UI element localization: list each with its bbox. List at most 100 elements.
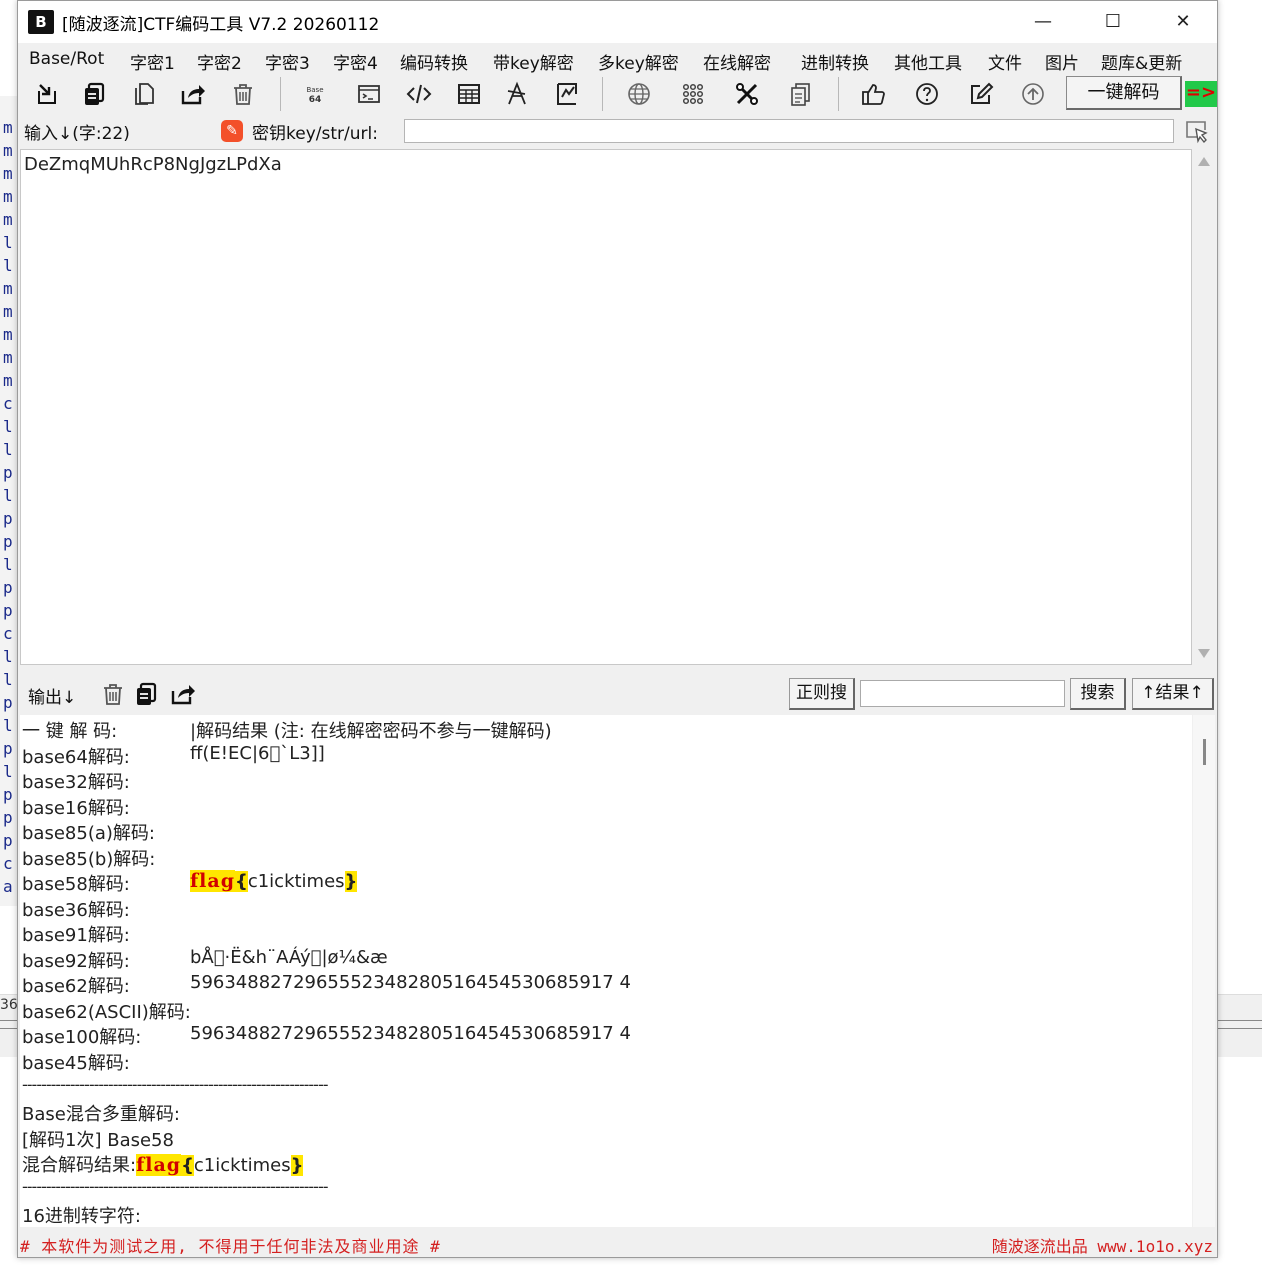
- key-icon: ✎: [221, 120, 243, 142]
- mixed-decode-title: Base混合多重解码:: [22, 1104, 180, 1125]
- menu-radix[interactable]: 进制转换: [801, 49, 869, 74]
- menu-key-decrypt[interactable]: 带key解密: [493, 49, 574, 74]
- table-icon[interactable]: [454, 79, 484, 109]
- copy-icon[interactable]: [80, 79, 110, 109]
- flag-close-brace: }: [290, 1155, 304, 1176]
- svg-text:Base: Base: [306, 86, 323, 94]
- status-bar: # 本软件为测试之用, 不得用于任何非法及商业用途 # 随波逐流出品 www.1…: [18, 1229, 1217, 1257]
- sign-icon[interactable]: [552, 79, 582, 109]
- key-label: 密钥key/str/url:: [252, 124, 378, 144]
- output-row-label: 一 键 解 码:: [22, 721, 118, 742]
- flag-inner: c1icktimes: [193, 1155, 291, 1176]
- paste-icon[interactable]: [130, 79, 160, 109]
- menu-update[interactable]: 题库&更新: [1101, 49, 1182, 74]
- flag-open-brace: {: [181, 1155, 194, 1176]
- svg-text:64: 64: [309, 95, 322, 105]
- menu-base-rot[interactable]: Base/Rot: [29, 49, 104, 69]
- background-text-line: p: [3, 785, 13, 804]
- background-text-line: p: [3, 831, 13, 850]
- font-icon[interactable]: [502, 79, 532, 109]
- background-text-line: p: [3, 739, 13, 758]
- output-copy-icon[interactable]: [134, 681, 160, 707]
- share-icon[interactable]: [178, 79, 208, 109]
- minimize-button[interactable]: —: [1008, 1, 1078, 43]
- menu-online[interactable]: 在线解密: [703, 49, 771, 74]
- output-row-label: base92解码:: [22, 951, 130, 972]
- output-scrollbar[interactable]: [1193, 715, 1215, 1227]
- background-text-line: l: [3, 233, 13, 252]
- output-row-value: 5963488272965552348280516454530685917 4: [190, 972, 631, 993]
- document-icon[interactable]: [786, 79, 816, 109]
- mixed-decode-step: [解码1次] Base58: [22, 1130, 174, 1151]
- background-text-line: l: [3, 762, 13, 781]
- output-row-label: base32解码:: [22, 772, 130, 793]
- background-text-line: m: [3, 325, 13, 344]
- menu-encoding[interactable]: 编码转换: [400, 49, 468, 74]
- menu-ziMi4[interactable]: 字密4: [333, 49, 378, 74]
- disclaimer-text: # 本软件为测试之用, 不得用于任何非法及商业用途 #: [20, 1237, 441, 1256]
- maximize-button[interactable]: ☐: [1078, 1, 1148, 43]
- background-text-line: m: [3, 118, 13, 137]
- close-button[interactable]: ✕: [1148, 1, 1218, 43]
- thumbs-up-icon[interactable]: [858, 79, 888, 109]
- flag-word: flag: [190, 870, 235, 892]
- regex-search-button[interactable]: 正则搜: [789, 678, 855, 710]
- background-text-line: l: [3, 486, 13, 505]
- scroll-up-arrow[interactable]: [1198, 157, 1210, 166]
- search-input[interactable]: [860, 680, 1065, 707]
- one-key-decode-button[interactable]: 一键解码: [1066, 76, 1182, 110]
- background-text-line: l: [3, 716, 13, 735]
- output-row-label: base16解码:: [22, 798, 130, 819]
- menu-file[interactable]: 文件: [988, 49, 1022, 74]
- menu-ziMi1[interactable]: 字密1: [130, 49, 175, 74]
- hex-to-char-title: 16进制转字符:: [22, 1206, 141, 1227]
- output-row-label: base62解码:: [22, 976, 130, 997]
- grid-icon[interactable]: [678, 79, 708, 109]
- tools-icon[interactable]: [732, 79, 762, 109]
- upload-icon[interactable]: [1018, 79, 1048, 109]
- arrow-indicator[interactable]: =>: [1185, 81, 1217, 107]
- output-textarea[interactable]: 一 键 解 码: |解码结果 (注: 在线解密密码不参与一键解码) base64…: [20, 715, 1192, 1227]
- background-text-line: l: [3, 555, 13, 574]
- output-row-label: base58解码:: [22, 874, 130, 895]
- key-input[interactable]: [404, 119, 1174, 143]
- menu-ziMi3[interactable]: 字密3: [265, 49, 310, 74]
- background-text-line: m: [3, 279, 13, 298]
- result-button[interactable]: ↑结果↑: [1132, 678, 1214, 710]
- scroll-thumb[interactable]: [1203, 739, 1206, 765]
- globe-icon[interactable]: [624, 79, 654, 109]
- divider-line: ----------------------------------------…: [22, 1075, 328, 1094]
- input-label: 输入↓(字:22): [24, 124, 130, 144]
- menu-image[interactable]: 图片: [1045, 49, 1079, 74]
- output-row-label: base91解码:: [22, 925, 130, 946]
- background-text-line: l: [3, 417, 13, 436]
- input-scrollbar[interactable]: [1193, 149, 1215, 665]
- terminal-icon[interactable]: [354, 79, 384, 109]
- background-text-line: p: [3, 532, 13, 551]
- pointer-icon[interactable]: [1184, 119, 1210, 145]
- input-textarea[interactable]: DeZmqMUhRcP8NgJgzLPdXa: [20, 149, 1192, 665]
- menu-other-tools[interactable]: 其他工具: [894, 49, 962, 74]
- trash-icon[interactable]: [228, 79, 258, 109]
- scroll-down-arrow[interactable]: [1198, 649, 1210, 658]
- output-trash-icon[interactable]: [100, 681, 126, 707]
- output-row-label: base36解码:: [22, 900, 130, 921]
- search-button[interactable]: 搜索: [1070, 678, 1126, 710]
- edit-icon[interactable]: [966, 79, 996, 109]
- flag-inner: c1icktimes: [247, 871, 345, 892]
- output-share-icon[interactable]: [170, 681, 196, 707]
- input-text: DeZmqMUhRcP8NgJgzLPdXa: [24, 154, 282, 175]
- import-icon[interactable]: [32, 79, 62, 109]
- code-icon[interactable]: [404, 79, 434, 109]
- output-row-label: base85(a)解码:: [22, 823, 155, 844]
- mixed-decode-result: 混合解码结果:flag{c1icktimes}: [22, 1151, 304, 1176]
- help-icon[interactable]: [912, 79, 942, 109]
- menu-bar: Base/Rot 字密1 字密2 字密3 字密4 编码转换 带key解密 多ke…: [18, 45, 1217, 74]
- background-text-line: m: [3, 302, 13, 321]
- menu-ziMi2[interactable]: 字密2: [197, 49, 242, 74]
- flag-close-brace: }: [344, 871, 358, 892]
- background-text-line: l: [3, 440, 13, 459]
- menu-multikey[interactable]: 多key解密: [598, 49, 679, 74]
- base64-icon[interactable]: Base 64: [300, 79, 330, 109]
- output-toolbar: 输出↓ 正则搜 搜索 ↑结果↑: [18, 675, 1217, 713]
